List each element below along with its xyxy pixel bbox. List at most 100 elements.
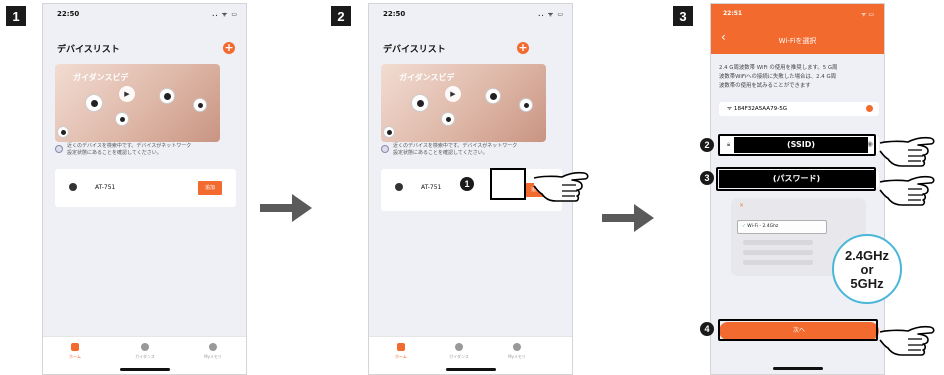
- tab-label: ホーム: [69, 354, 81, 359]
- camera-image: [159, 88, 175, 104]
- pointing-hand-icon: [533, 171, 589, 202]
- searching-icon: [55, 145, 63, 153]
- guidance-video-banner[interactable]: ガイダンスビデ ▶: [381, 64, 546, 142]
- status-bar: 22:50 .. ᯤ ▭: [43, 4, 246, 26]
- step-number-2: 2: [331, 6, 351, 26]
- status-icons: .. ᯤ ▭: [538, 11, 564, 18]
- step-number-1: 1: [6, 6, 26, 26]
- frequency-bubble: 2.4GHz or 5GHz: [832, 234, 902, 304]
- camera-image: [411, 94, 429, 112]
- tab-guidance[interactable]: ガイダンス: [125, 343, 165, 360]
- callout-number-1: 1: [460, 177, 474, 191]
- searching-icon: [381, 145, 389, 153]
- banner-title: ガイダンスビデ: [399, 73, 455, 82]
- pointing-hand-icon: [879, 175, 935, 206]
- status-icons: .. ᯤ ▭: [212, 11, 238, 18]
- home-indicator: [445, 368, 496, 371]
- network-name: 184F32A5AA79-5G: [733, 106, 788, 112]
- description-line: 波数帯WiFiへの接続に失敗した場合は、2.4 G周: [719, 74, 837, 80]
- add-device-confirm-button[interactable]: 追加: [198, 181, 222, 195]
- status-time: 22:50: [57, 10, 80, 18]
- callout-number-2: 2: [700, 138, 714, 152]
- network-list-item[interactable]: ᯤ 184F32A5AA79-5G: [719, 102, 879, 116]
- highlight-box: [490, 168, 526, 200]
- add-device-button[interactable]: +: [517, 42, 529, 54]
- guidance-video-banner[interactable]: ガイダンスビデ ▶: [55, 64, 220, 142]
- status-icons: ᯤ ▭: [860, 11, 874, 18]
- status-bar: 22:50 .. ᯤ ▭: [369, 4, 572, 26]
- highlight-box: [718, 319, 878, 341]
- network-badge-icon: [866, 105, 873, 112]
- tab-home[interactable]: ホーム: [381, 343, 421, 360]
- tab-label: ホーム: [395, 354, 407, 359]
- wifi-icon: ᯤ: [727, 106, 733, 112]
- home-icon: [397, 343, 405, 351]
- play-icon[interactable]: ▶: [445, 86, 461, 102]
- search-message: 近くのデバイスを検索中です。デバイスがネットワーク 設定状態にあることを確認して…: [55, 143, 235, 157]
- check-icon: ✓: [742, 224, 746, 229]
- status-time: 22:50: [383, 10, 406, 18]
- home-icon: [71, 343, 79, 351]
- page-title: デバイスリスト: [57, 45, 120, 55]
- pointing-hand-icon: [879, 325, 935, 356]
- tab-bar: ホーム ガイダンス Myメモリ: [43, 336, 246, 374]
- camera-image: [441, 112, 455, 126]
- profile-icon: [513, 343, 521, 351]
- close-icon: ×: [739, 202, 745, 209]
- sample-wifi-name: Wi-Fi - 2.4Ghz: [747, 224, 779, 229]
- step-number-3: 3: [673, 6, 693, 26]
- tab-home[interactable]: ホーム: [55, 343, 95, 360]
- play-icon[interactable]: ▶: [119, 86, 135, 102]
- placeholder-line: [743, 250, 813, 255]
- tab-label: ガイダンス: [449, 354, 469, 359]
- tab-label: Myメモリ: [204, 354, 222, 359]
- tab-my-memory[interactable]: Myメモリ: [193, 343, 233, 360]
- device-icon: [395, 183, 403, 191]
- highlight-box: [718, 134, 876, 156]
- wifi-network-sample: ✓ Wi-Fi - 2.4Ghz: [737, 220, 827, 234]
- device-name: AT-751: [95, 184, 116, 191]
- search-message-line: 設定状態にあることを確認してください。: [67, 150, 162, 156]
- status-time: 22:51: [723, 10, 743, 17]
- device-card: AT-751 追加: [55, 169, 236, 207]
- tab-my-memory[interactable]: Myメモリ: [497, 343, 537, 360]
- app-header: 22:51 ᯤ ▭ ‹ Wi-Fiを選択: [711, 4, 884, 54]
- device-icon: [69, 183, 77, 191]
- add-device-button[interactable]: +: [223, 42, 235, 54]
- tab-guidance[interactable]: ガイダンス: [439, 343, 479, 360]
- camera-image: [383, 126, 395, 138]
- compass-icon: [455, 343, 463, 351]
- home-indicator: [772, 367, 823, 370]
- search-message-line: 近くのデバイスを検索中です。デバイスがネットワーク: [67, 143, 192, 149]
- arrow-right-icon: [602, 204, 654, 232]
- arrow-right-icon: [260, 194, 312, 222]
- camera-image: [193, 98, 207, 112]
- tab-bar: ホーム ガイダンス Myメモリ: [369, 336, 572, 374]
- placeholder-line: [743, 260, 813, 265]
- camera-image: [57, 126, 69, 138]
- bubble-line: or: [860, 262, 874, 277]
- device-name: AT-751: [421, 184, 442, 191]
- camera-image: [519, 98, 533, 112]
- page-title: Wi-Fiを選択: [778, 37, 817, 45]
- bubble-line: 2.4GHz: [844, 248, 890, 263]
- compass-icon: [141, 343, 149, 351]
- callout-number-4: 4: [700, 322, 714, 336]
- highlight-box: [716, 167, 876, 191]
- camera-image: [115, 112, 129, 126]
- wifi-description: 2.4 G周波数帯 WiFi の使用を推奨します。5 G周 波数帯WiFiへの接…: [719, 64, 879, 91]
- description-line: 波数帯の使用を試みることができます: [719, 83, 811, 89]
- camera-image: [485, 88, 501, 104]
- banner-title: ガイダンスビデ: [73, 73, 129, 82]
- search-message: 近くのデバイスを検索中です。デバイスがネットワーク 設定状態にあることを確認して…: [381, 143, 561, 157]
- pointing-hand-icon: [879, 136, 935, 167]
- profile-icon: [209, 343, 217, 351]
- search-message-line: 設定状態にあることを確認してください。: [393, 150, 488, 156]
- description-line: 2.4 G周波数帯 WiFi の使用を推奨します。5 G周: [719, 65, 838, 71]
- home-indicator: [119, 368, 170, 371]
- page-title: デバイスリスト: [383, 45, 446, 55]
- tab-label: ガイダンス: [135, 354, 155, 359]
- placeholder-line: [743, 240, 813, 245]
- callout-number-3: 3: [700, 171, 714, 185]
- tab-label: Myメモリ: [508, 354, 526, 359]
